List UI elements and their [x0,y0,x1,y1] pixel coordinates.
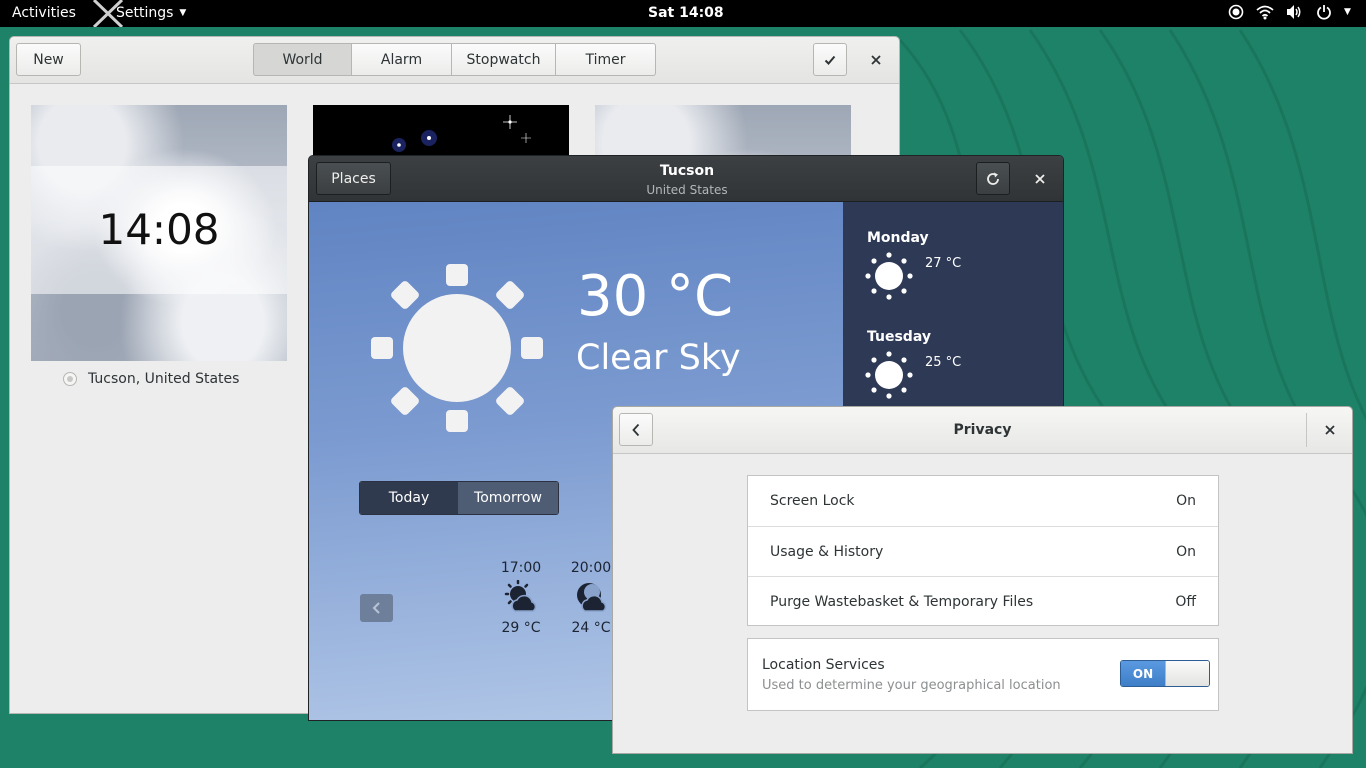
location-services-subtitle: Used to determine your geographical loca… [762,678,1061,693]
tab-tomorrow[interactable]: Tomorrow [458,482,558,514]
weather-subtitle: United States [646,183,728,197]
forecast-day: Monday [867,230,929,246]
forecast-day: Tuesday [867,329,931,345]
world-clock-location: Tucson, United States [88,371,240,387]
list-item-usage-history[interactable]: Usage & History On [748,526,1218,576]
row-value: Off [1175,593,1196,610]
forecast-temperature: 25 °C [925,355,962,370]
location-services-box: Location Services Used to determine your… [747,638,1219,711]
checkmark-icon [824,55,836,65]
day-switcher: Today Tomorrow [359,481,559,515]
clocks-tabs: World Alarm Stopwatch Timer [253,43,656,76]
privacy-header-bar: Privacy [613,407,1352,454]
status-area[interactable]: ▼ [1228,4,1351,20]
hour-time: 17:00 [500,560,542,576]
tab-today[interactable]: Today [360,482,458,514]
tab-stopwatch[interactable]: Stopwatch [452,43,556,76]
close-icon[interactable] [1319,419,1341,441]
row-label: Usage & History [770,543,884,560]
location-services-toggle[interactable]: ON [1120,660,1210,687]
toggle-knob[interactable] [1165,661,1209,686]
app-menu[interactable]: Settings ▼ [92,0,187,27]
tab-world[interactable]: World [253,43,352,76]
row-label: Purge Wastebasket & Temporary Files [770,593,1034,610]
clocks-header-bar: New World Alarm Stopwatch Timer [10,37,899,84]
top-bar-clock[interactable]: Sat 14:08 [648,5,724,21]
row-label: Screen Lock [770,493,855,509]
sun-icon [865,351,913,399]
chevron-left-icon [372,602,380,614]
current-temperature: 30 °C [577,264,734,329]
activities-button[interactable]: Activities [12,5,76,21]
accessibility-icon[interactable] [1228,4,1244,20]
close-icon[interactable] [1029,168,1051,190]
location-services-title: Location Services [762,657,885,673]
weather-header-bar: Places Tucson United States [309,156,1063,202]
world-clock-tile[interactable]: 14:08 [31,105,287,361]
row-value: On [1176,543,1196,560]
wifi-icon[interactable] [1256,4,1274,20]
moon-cloud-icon [577,583,607,612]
privacy-dialog: Privacy Screen Lock On Usage & History O… [612,406,1353,754]
chevron-down-icon[interactable]: ▼ [1344,7,1351,17]
privacy-title: Privacy [953,422,1012,438]
list-item-screen-lock[interactable]: Screen Lock On [748,476,1218,526]
x-logo-icon [92,0,124,27]
sun-icon [865,252,913,300]
weather-title: Tucson [659,163,715,179]
header-separator [1306,413,1307,447]
radio-icon[interactable] [62,371,78,387]
tab-alarm[interactable]: Alarm [352,43,452,76]
world-clock-caption: Tucson, United States [62,371,239,387]
current-condition: Clear Sky [576,338,741,378]
forecast-temperature: 27 °C [925,256,962,271]
sun-cloud-icon [504,579,537,612]
privacy-settings-list: Screen Lock On Usage & History On Purge … [747,475,1219,626]
selection-mode-button[interactable] [813,43,847,76]
list-item-purge[interactable]: Purge Wastebasket & Temporary Files Off [748,576,1218,626]
toggle-on-label: ON [1121,661,1165,686]
refresh-icon [987,172,999,185]
hour-temperature: 29 °C [501,620,541,636]
hourly-forecast-item: 17:00 29 °C [491,560,551,636]
sun-icon [371,264,543,432]
tab-timer[interactable]: Timer [556,43,656,76]
top-bar: Activities Settings ▼ Sat 14:08 ▼ [0,0,1366,27]
refresh-button[interactable] [976,162,1010,195]
chevron-down-icon: ▼ [179,8,187,18]
new-button[interactable]: New [16,43,81,76]
close-icon[interactable] [865,49,887,71]
volume-icon[interactable] [1286,4,1304,20]
world-clock-time: 14:08 [98,205,220,254]
row-value: On [1176,493,1196,509]
previous-hours-button[interactable] [360,594,393,622]
power-icon[interactable] [1316,4,1332,20]
